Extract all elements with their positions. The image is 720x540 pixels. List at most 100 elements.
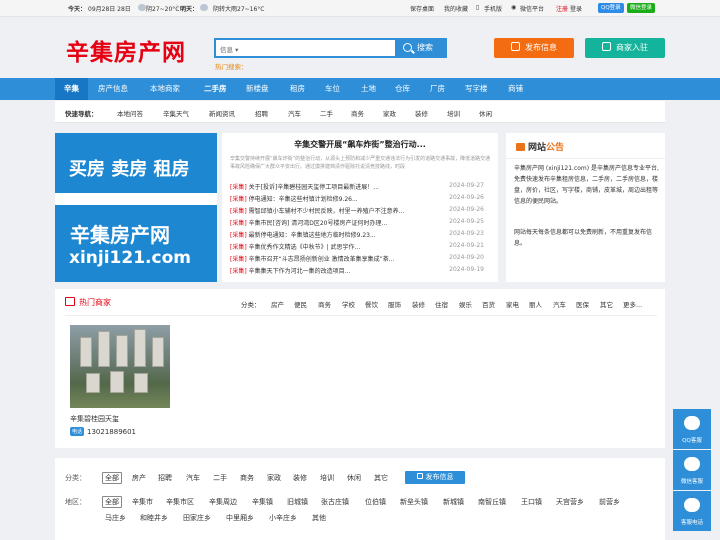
area-option[interactable]: 辛集市	[132, 497, 153, 507]
nav-item-rent[interactable]: 租房	[290, 78, 305, 100]
nav-item-land[interactable]: 土地	[361, 78, 376, 100]
merchant-category[interactable]: 服饰	[388, 299, 401, 309]
favorites-link[interactable]: 我的收藏	[444, 4, 468, 13]
area-option[interactable]: 天宫营乡	[556, 497, 584, 507]
area-option[interactable]: 小辛庄乡	[269, 513, 297, 523]
merchant-join-button[interactable]: 商家入驻	[585, 38, 665, 58]
area-option[interactable]: 南智丘镇	[478, 497, 506, 507]
search-input[interactable]: 信息 ▾	[214, 38, 397, 58]
news-item[interactable]: [采集] 辛集优秀作文精选《中秋节》| 武思宇作... 2024-09-21	[230, 242, 492, 252]
search-button[interactable]: 搜索	[397, 38, 447, 58]
category-option[interactable]: 其它	[374, 473, 388, 483]
login-link[interactable]: 登录	[570, 4, 582, 13]
quick-nav-item[interactable]: 商务	[351, 108, 364, 118]
area-option-all[interactable]: 全部	[102, 496, 122, 508]
nav-item-local-merchants[interactable]: 本地商家	[150, 78, 180, 100]
news-item[interactable]: [采集] 需智邱镇小车辅村不少村民反映，村里一养殖户不注意养... 2024-09…	[230, 206, 492, 216]
wechat-platform-link[interactable]: 微信平台	[520, 4, 544, 13]
news-headline[interactable]: 辛集交警开展“飙车炸街”整治行动...	[222, 139, 498, 150]
area-option[interactable]: 辛集周边	[209, 497, 237, 507]
area-option[interactable]: 辛集镇	[252, 497, 273, 507]
area-option[interactable]: 旧城镇	[287, 497, 308, 507]
merchant-category[interactable]: 装修	[412, 299, 425, 309]
merchant-category[interactable]: 商务	[318, 299, 331, 309]
category-option[interactable]: 休闲	[347, 473, 361, 483]
mobile-link[interactable]: 手机版	[484, 4, 502, 13]
area-option[interactable]: 张古庄镇	[321, 497, 349, 507]
category-option[interactable]: 培训	[320, 473, 334, 483]
nav-item-office[interactable]: 写字楼	[465, 78, 488, 100]
nav-item-factory[interactable]: 厂房	[430, 78, 445, 100]
merchant-name[interactable]: 辛集碧桂园天玺	[70, 414, 119, 424]
merchant-category[interactable]: 房产	[271, 299, 284, 309]
news-item[interactable]: [采集] 辛集市召开“斗志昂扬创新创业 激情改革集享集成”茶... 2024-09…	[230, 254, 492, 264]
filter-publish-button[interactable]: 发布信息	[405, 471, 465, 484]
merchant-category[interactable]: 百货	[482, 299, 495, 309]
quick-nav-item[interactable]: 辛集天气	[163, 108, 189, 118]
quick-nav-item[interactable]: 本地问答	[117, 108, 143, 118]
area-option[interactable]: 马庄乡	[105, 513, 126, 523]
news-item[interactable]: [采集] 停电通知：辛集这些村镇计划检修9.26... 2024-09-26	[230, 194, 492, 204]
quick-nav-item[interactable]: 装修	[415, 108, 428, 118]
quick-nav-item[interactable]: 培训	[447, 108, 460, 118]
nav-item-shops[interactable]: 商铺	[508, 78, 523, 100]
area-option[interactable]: 其他	[312, 513, 326, 523]
category-option[interactable]: 房产	[132, 473, 146, 483]
quick-nav-item[interactable]: 新闻资讯	[209, 108, 235, 118]
wechat-service-button[interactable]: 微信客服	[673, 450, 711, 490]
nav-item-warehouse[interactable]: 仓库	[395, 78, 410, 100]
merchant-category[interactable]: 娱乐	[459, 299, 472, 309]
merchant-photo[interactable]	[70, 325, 170, 408]
area-option[interactable]: 新垒头镇	[400, 497, 428, 507]
qq-login-button[interactable]: QQ登录	[598, 3, 624, 13]
merchant-category[interactable]: 其它	[600, 299, 613, 309]
news-item[interactable]: [采集] 辛集市民[咨询] 清河湾D区20号楼房产证何时办理... 2024-09…	[230, 218, 492, 228]
search-category-select[interactable]: 信息 ▾	[220, 44, 238, 54]
merchant-category[interactable]: 学校	[342, 299, 355, 309]
quick-nav-item[interactable]: 休闲	[479, 108, 492, 118]
merchant-category[interactable]: 便民	[294, 299, 307, 309]
news-item[interactable]: [采集] 最新停电通知：辛集镇这些地方临时检修9.23... 2024-09-23	[230, 230, 492, 240]
category-option[interactable]: 装修	[293, 473, 307, 483]
nav-item-second-hand[interactable]: 二手房	[204, 78, 227, 100]
hot-search-label: 热门搜索：	[215, 63, 248, 71]
area-option[interactable]: 前营乡	[599, 497, 620, 507]
nav-item-property-info[interactable]: 房产信息	[98, 78, 128, 100]
quick-nav-item[interactable]: 二手	[320, 108, 333, 118]
nav-item-parking[interactable]: 车位	[325, 78, 340, 100]
publish-info-button[interactable]: 发布信息	[494, 38, 574, 58]
merchant-category[interactable]: 住宿	[435, 299, 448, 309]
nav-item-new-homes[interactable]: 新楼盘	[246, 78, 269, 100]
merchant-category[interactable]: 家电	[506, 299, 519, 309]
phone-service-button[interactable]: 客服电话	[673, 491, 711, 531]
area-option[interactable]: 和睦井乡	[140, 513, 168, 523]
news-item[interactable]: [采集] 辛集集天下作为河北一集的改造项目... 2024-09-19	[230, 266, 492, 276]
merchant-category[interactable]: 餐饮	[365, 299, 378, 309]
area-option[interactable]: 田家庄乡	[183, 513, 211, 523]
promo-banner[interactable]: 买房 卖房 租房 辛集房产网 xinji121.com	[55, 133, 217, 282]
quick-nav-item[interactable]: 招聘	[255, 108, 268, 118]
quick-nav-item[interactable]: 家政	[383, 108, 396, 118]
qq-service-button[interactable]: QQ客服	[673, 409, 711, 449]
area-option[interactable]: 中里厢乡	[226, 513, 254, 523]
category-option[interactable]: 商务	[240, 473, 254, 483]
nav-item-xinji[interactable]: 辛集	[55, 78, 88, 100]
site-logo[interactable]: 辛集房产网	[66, 33, 186, 67]
area-option[interactable]: 新城镇	[443, 497, 464, 507]
category-option[interactable]: 家政	[267, 473, 281, 483]
news-item[interactable]: [采集] 关于[投诉]辛集碧桂园天玺停工项目最新进展！... 2024-09-27	[230, 182, 492, 192]
category-option[interactable]: 二手	[213, 473, 227, 483]
area-option[interactable]: 王口镇	[521, 497, 542, 507]
save-desktop-link[interactable]: 保存桌面	[410, 4, 434, 13]
area-option[interactable]: 位伯镇	[365, 497, 386, 507]
area-option[interactable]: 辛集市区	[166, 497, 194, 507]
category-option[interactable]: 招聘	[158, 473, 172, 483]
quick-nav-item[interactable]: 汽车	[288, 108, 301, 118]
wechat-login-button[interactable]: 微信登录	[627, 3, 656, 13]
category-option-all[interactable]: 全部	[102, 472, 122, 484]
merchant-category[interactable]: 医保	[576, 299, 589, 309]
merchant-category-more[interactable]: 更多...	[623, 299, 642, 309]
category-option[interactable]: 汽车	[186, 473, 200, 483]
merchant-category[interactable]: 丽人	[529, 299, 542, 309]
merchant-category[interactable]: 汽车	[553, 299, 566, 309]
